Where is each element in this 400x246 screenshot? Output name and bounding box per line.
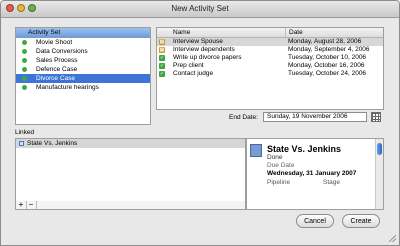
scrollbar-thumb[interactable]	[377, 143, 382, 155]
activity-name: Prep client	[173, 62, 204, 69]
linked-list-controls: + −	[15, 201, 246, 210]
document-icon	[19, 141, 24, 146]
detail-due-label: Due Date	[267, 162, 295, 169]
cancel-button[interactable]: Cancel	[296, 214, 334, 228]
detail-status: Done	[267, 154, 283, 161]
activity-date: Monday, October 16, 2006	[288, 62, 365, 69]
activity-date: Monday, September 4, 2006	[288, 46, 370, 53]
activity-date: Tuesday, October 24, 2006	[288, 70, 367, 77]
check-icon: ✓	[159, 71, 165, 77]
calendar-icon: ▦	[159, 39, 165, 45]
activity-set-header[interactable]: Activity Set	[16, 28, 150, 38]
table-row[interactable]: ✓ Contact judge Tuesday, October 24, 200…	[157, 70, 383, 78]
column-header-date[interactable]: Date	[285, 28, 303, 37]
calendar-picker-icon[interactable]	[371, 112, 381, 122]
activity-set-list[interactable]: Activity Set Movie Shoot Data Conversion…	[15, 27, 151, 125]
linked-label: Linked	[15, 129, 35, 136]
document-icon	[250, 144, 262, 157]
activity-set-label: Data Conversions	[36, 48, 88, 55]
detail-pipeline-label: Pipeline	[267, 179, 291, 186]
green-dot-icon	[22, 67, 27, 72]
activity-set-label: Defence Case	[36, 66, 78, 73]
green-dot-icon	[22, 49, 27, 54]
check-icon: ✓	[159, 63, 165, 69]
activity-name: Write up divorce papers	[173, 54, 242, 61]
green-dot-icon	[22, 76, 27, 81]
table-row[interactable]: ✓ Write up divorce papers Tuesday, Octob…	[157, 54, 383, 62]
table-row[interactable]: ▦ Interview Spouse Monday, August 28, 20…	[157, 38, 383, 46]
end-date-label: End Date:	[229, 114, 258, 121]
green-dot-icon	[22, 40, 27, 45]
activity-set-item[interactable]: Defence Case	[16, 65, 150, 74]
table-row[interactable]: ▦ Interview dependents Monday, September…	[157, 46, 383, 54]
table-row[interactable]: ✓ Prep client Monday, October 16, 2006	[157, 62, 383, 70]
linked-list[interactable]: State Vs. Jenkins	[15, 138, 246, 202]
activity-name: Contact judge	[173, 70, 214, 77]
activity-date: Monday, August 28, 2006	[288, 38, 362, 45]
create-button[interactable]: Create	[342, 214, 380, 228]
resize-grip-icon[interactable]	[389, 235, 396, 242]
activity-set-label: Manufacture hearings	[36, 84, 99, 91]
detail-due-value: Wednesday, 31 January 2007	[267, 170, 357, 177]
detail-scrollbar[interactable]	[375, 139, 383, 209]
end-date-field[interactable]: Sunday, 19 November 2006	[263, 112, 367, 122]
activity-set-item[interactable]: Manufacture hearings	[16, 83, 150, 92]
activity-set-item[interactable]: Sales Process	[16, 56, 150, 65]
linked-detail-panel: State Vs. Jenkins Done Due Date Wednesda…	[246, 138, 384, 210]
title-bar[interactable]: New Activity Set	[1, 1, 399, 18]
activity-set-label: Divorce Case	[36, 75, 76, 82]
window-title: New Activity Set	[171, 4, 229, 13]
detail-stage-label: Stage	[323, 179, 340, 186]
activity-set-item[interactable]: Movie Shoot	[16, 38, 150, 47]
activity-name: Interview dependents	[173, 46, 235, 53]
activity-set-item[interactable]: Data Conversions	[16, 47, 150, 56]
activities-table-header: Name Date	[157, 28, 383, 38]
check-icon: ✓	[159, 55, 165, 61]
calendar-icon: ▦	[159, 47, 165, 53]
linked-item-label: State Vs. Jenkins	[27, 140, 78, 147]
dialog-window: New Activity Set Activity Set Movie Shoo…	[0, 0, 400, 246]
remove-button[interactable]: −	[26, 201, 37, 209]
green-dot-icon	[22, 58, 27, 63]
column-header-name[interactable]: Name	[173, 29, 190, 36]
detail-title: State Vs. Jenkins	[267, 144, 342, 154]
activity-set-item-selected[interactable]: Divorce Case	[16, 74, 150, 83]
activity-set-label: Sales Process	[36, 57, 78, 64]
activity-name: Interview Spouse	[173, 38, 223, 45]
list-item[interactable]: State Vs. Jenkins	[16, 139, 245, 148]
activity-set-label: Movie Shoot	[36, 39, 73, 46]
green-dot-icon	[22, 85, 27, 90]
activity-date: Tuesday, October 10, 2006	[288, 54, 367, 61]
activities-table[interactable]: Name Date ▦ Interview Spouse Monday, Aug…	[156, 27, 384, 110]
